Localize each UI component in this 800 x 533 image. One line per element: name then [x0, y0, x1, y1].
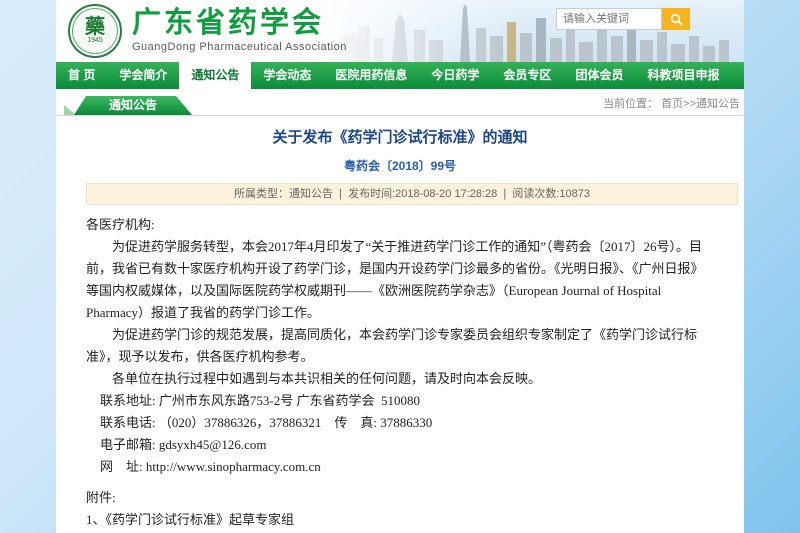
article-body: 各医疗机构: 为促进药学服务转型，本会2017年4月印发了“关于推进药学门诊工作…	[86, 214, 714, 533]
salutation-line: 各医疗机构:	[86, 214, 714, 236]
nav-item-hospital-medication-info[interactable]: 医院用药信息	[323, 62, 419, 89]
nav-item-group-members[interactable]: 团体会员	[563, 62, 635, 89]
section-tab-notices: 通知公告	[74, 96, 192, 115]
org-title-block: 广东省药学会 GuangDong Pharmaceutical Associat…	[132, 7, 347, 53]
ribbon-fold-decoration	[64, 105, 76, 115]
breadcrumb-home-link[interactable]: 首页	[661, 98, 683, 110]
search-button[interactable]	[662, 8, 690, 30]
breadcrumb-current-link[interactable]: 通知公告	[696, 98, 740, 110]
nav-item-project-application[interactable]: 科教项目申报	[635, 62, 731, 89]
document-number: 粤药会〔2018〕99号	[86, 157, 714, 174]
contact-address-line: 联系地址: 广州市东风东路753-2号 广东省药学会 510080	[86, 390, 714, 412]
site-header: 藥 1945 广东省药学会 GuangDong Pharmaceutical A…	[56, 0, 744, 62]
association-logo[interactable]: 藥 1945	[68, 4, 122, 58]
nav-item-about[interactable]: 学会简介	[107, 62, 179, 89]
contact-website-line: 网 址: http://www.sinopharmacy.com.cn	[86, 456, 714, 478]
article-title: 关于发布《药学门诊试行标准》的通知	[86, 129, 714, 147]
nav-item-news[interactable]: 学会动态	[251, 62, 323, 89]
search-icon	[670, 13, 683, 26]
breadcrumb-separator: >>	[683, 98, 696, 110]
breadcrumb: 当前位置： 首页>>通知公告	[603, 95, 740, 111]
logo-year: 1945	[87, 37, 103, 45]
article: 关于发布《药学门诊试行标准》的通知 粤药会〔2018〕99号 所属类型：通知公告…	[56, 116, 744, 533]
body-paragraph: 为促进药学服务转型，本会2017年4月印发了“关于推进药学门诊工作的通知”（粤药…	[86, 236, 714, 324]
nav-item-home[interactable]: 首 页	[56, 62, 107, 89]
attachment-item-1: 1、《药学门诊试行标准》起草专家组	[86, 509, 714, 531]
search-input[interactable]	[556, 8, 662, 30]
body-paragraph: 各单位在执行过程中如遇到与本共识相关的任何问题，请及时向本会反映。	[86, 368, 714, 390]
nav-item-notices[interactable]: 通知公告	[179, 62, 251, 89]
breadcrumb-label: 当前位置：	[603, 98, 658, 110]
nav-item-member-zone[interactable]: 会员专区	[491, 62, 563, 89]
nav-item-pharmacy-today[interactable]: 今日药学	[419, 62, 491, 89]
org-name-english: GuangDong Pharmaceutical Association	[132, 41, 347, 53]
contact-email-line: 电子邮箱: gdsyxh45@126.com	[86, 434, 714, 456]
logo-seal-character: 藥	[85, 17, 105, 37]
main-navigation: 首 页 学会简介 通知公告 学会动态 医院用药信息 今日药学 会员专区 团体会员…	[56, 62, 744, 89]
body-paragraph: 为促进药学门诊的规范发展，提高同质化，本会药学门诊专家委员会组织专家制定了《药学…	[86, 324, 714, 368]
contact-phone-fax-line: 联系电话: （020）37886326，37886321 传 真: 378863…	[86, 412, 714, 434]
nav-item-downloads[interactable]: 下载专区	[731, 62, 744, 89]
article-meta-bar: 所属类型：通知公告 | 发布时间:2018-08-20 17:28:28 | 阅…	[86, 183, 738, 205]
page-container: 藥 1945 广东省药学会 GuangDong Pharmaceutical A…	[56, 0, 744, 533]
attachments-label: 附件:	[86, 487, 714, 509]
section-header-bar: 通知公告 当前位置： 首页>>通知公告	[56, 95, 744, 116]
org-name-chinese: 广东省药学会	[132, 7, 347, 39]
search-bar	[556, 8, 690, 30]
